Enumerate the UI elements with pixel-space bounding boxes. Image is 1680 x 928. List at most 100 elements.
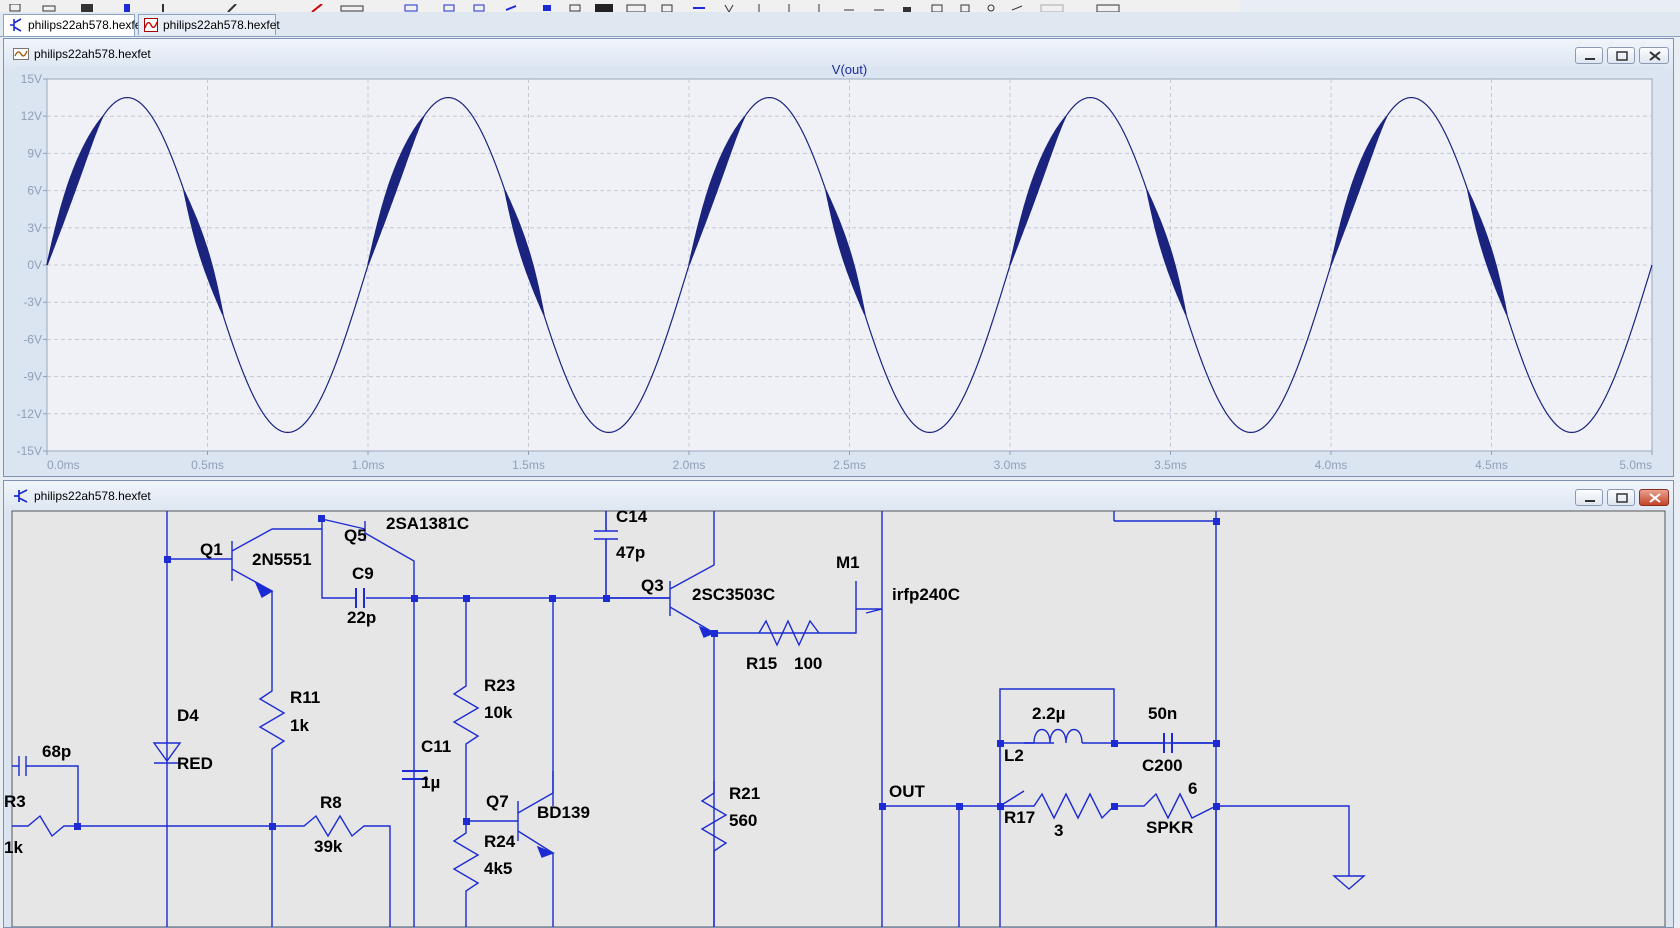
y-tick-label: -12V (17, 407, 42, 421)
junction (879, 803, 886, 810)
y-tick-label: 9V (27, 146, 42, 160)
junction (603, 595, 610, 602)
r21-ref: R21 (729, 784, 760, 803)
l2-value: 2.2µ (1032, 704, 1065, 723)
m1-ref: M1 (836, 553, 860, 572)
zoom-full-icon[interactable] (1040, 0, 1064, 13)
x-tick-label: 4.0ms (1315, 458, 1348, 472)
r21-value: 560 (729, 811, 757, 830)
probe-icon[interactable] (958, 0, 972, 13)
wire-icon[interactable] (404, 0, 418, 12)
spice-directive-icon[interactable] (752, 0, 766, 12)
x-tick-label: 3.0ms (994, 458, 1027, 472)
r23-value: 10k (484, 703, 513, 722)
rotate-icon[interactable] (660, 0, 674, 13)
new-schematic-icon[interactable] (8, 0, 22, 12)
r3-ref: R3 (4, 792, 26, 811)
undo-icon[interactable] (842, 0, 856, 11)
c14-value: 47p (616, 543, 645, 562)
y-tick-label: -15V (17, 444, 42, 458)
c11-ref: C11 (421, 737, 451, 756)
autorange-icon[interactable] (984, 0, 998, 12)
halt-icon[interactable] (1010, 0, 1024, 11)
r24-ref: R24 (484, 832, 516, 851)
label-net-icon[interactable] (472, 0, 486, 12)
zoom-in-icon[interactable] (226, 0, 240, 13)
y-tick-label: -6V (23, 332, 42, 346)
junction (411, 595, 418, 602)
find-icon[interactable] (900, 0, 914, 12)
c14-ref: C14 (616, 507, 648, 526)
x-tick-label: 0.5ms (191, 458, 224, 472)
l2-ref: L2 (1004, 746, 1024, 765)
c200-value: 50n (1148, 704, 1177, 723)
r8-ref: R8 (320, 793, 342, 812)
inductor-icon[interactable] (568, 0, 582, 12)
drag-icon[interactable] (782, 0, 796, 12)
r15-value: 100 (794, 654, 822, 673)
run-icon[interactable] (156, 0, 170, 12)
waveform-icon (144, 18, 158, 32)
y-tick-label: -9V (23, 370, 42, 384)
junction (1213, 740, 1220, 747)
mirror-icon[interactable] (692, 0, 706, 9)
resistor-icon[interactable] (504, 0, 518, 11)
c9-ref: C9 (352, 564, 374, 583)
x-tick-label: 2.0ms (673, 458, 706, 472)
q5-value: 2SA1381C (386, 514, 469, 533)
junction (956, 803, 963, 810)
junction (164, 556, 171, 563)
y-tick-label: 6V (27, 184, 42, 198)
junction (1111, 803, 1118, 810)
tab-schematic[interactable]: philips22ah578.hexfet (3, 14, 145, 36)
redo-icon[interactable] (872, 0, 886, 11)
r8-value: 39k (314, 837, 343, 856)
r15-ref: R15 (746, 654, 777, 673)
junction (549, 595, 556, 602)
q1-ref: Q1 (200, 540, 223, 559)
c200-ref: C200 (1142, 756, 1183, 775)
help-icon[interactable] (1096, 0, 1120, 13)
r23-ref: R23 (484, 676, 515, 695)
cut-icon[interactable] (310, 0, 324, 13)
junction (1111, 740, 1118, 747)
junction (463, 595, 470, 602)
spkr-ref: SPKR (1146, 818, 1193, 837)
tab-waveform[interactable]: philips22ah578.hexfet (138, 14, 280, 35)
junction (74, 823, 81, 830)
component-icon[interactable] (626, 0, 646, 13)
waveform-window: philips22ah578.hexfet V(out) 15V 12V 9V 6V 3V… (3, 38, 1674, 477)
r17-value: 3 (1054, 821, 1063, 840)
q7-value: BD139 (537, 803, 590, 822)
control-panel-icon[interactable] (120, 0, 134, 12)
copy-icon[interactable] (340, 0, 364, 12)
x-tick-label: 5.0ms (1619, 458, 1652, 472)
y-tick-label: 12V (21, 109, 42, 123)
schematic-canvas[interactable]: Q1 2N5551 Q5 2SA1381C C9 22p C14 47p Q3 … (4, 481, 1673, 927)
move-icon[interactable] (812, 0, 826, 12)
schematic-icon (10, 18, 22, 32)
junction (997, 803, 1004, 810)
diode-icon[interactable] (594, 0, 613, 12)
open-icon[interactable] (42, 0, 56, 12)
tab-label: philips22ah578.hexfet (28, 18, 145, 32)
ground-icon[interactable] (442, 0, 456, 12)
q1-value: 2N5551 (252, 550, 312, 569)
junction (997, 740, 1004, 747)
waveform-plot[interactable]: V(out) 15V 12V 9V 6V 3V 0V -3V -6V -9V -12V -15V 0.0… (4, 39, 1673, 476)
c9-value: 22p (347, 608, 376, 627)
r17-ref: R17 (1004, 808, 1035, 827)
x-tick-label: 4.5ms (1475, 458, 1508, 472)
save-icon[interactable] (80, 0, 94, 12)
chart-title: V(out) (832, 62, 867, 77)
c11-value: 1µ (421, 773, 440, 792)
q5-ref: Q5 (344, 526, 367, 545)
tab-label: philips22ah578.hexfet (163, 18, 280, 32)
text-icon[interactable] (722, 0, 736, 14)
junction (463, 818, 470, 825)
print-icon[interactable] (930, 0, 944, 13)
r24-value: 4k5 (484, 859, 512, 878)
capacitor-icon[interactable] (540, 0, 554, 11)
schematic-window: philips22ah578.hexfet Q1 2N5551 Q5 2SA13… (3, 480, 1674, 928)
q3-value: 2SC3503C (692, 585, 775, 604)
